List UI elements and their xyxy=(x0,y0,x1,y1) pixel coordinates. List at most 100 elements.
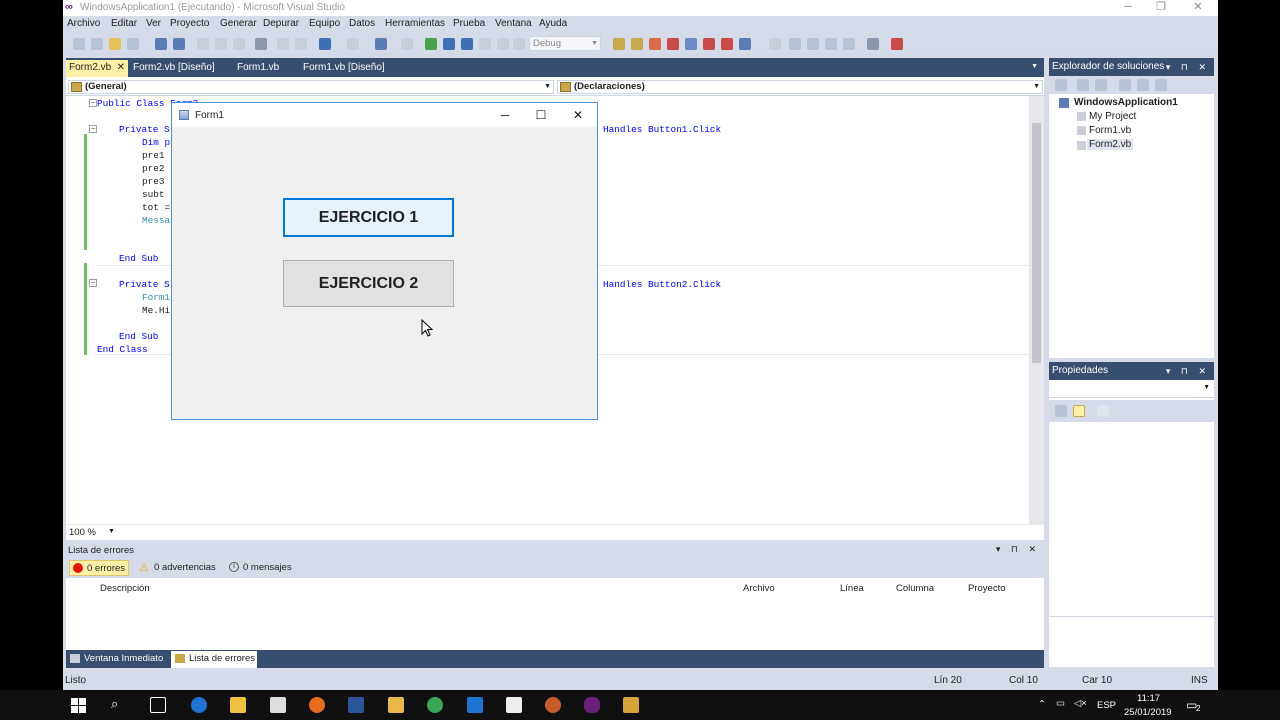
tools-icon[interactable] xyxy=(867,38,879,50)
volume-icon[interactable]: ◁× xyxy=(1074,698,1087,709)
properties-icon[interactable] xyxy=(1055,79,1067,91)
menu-equipo[interactable]: Equipo xyxy=(309,18,340,29)
spacing-icon[interactable] xyxy=(807,38,819,50)
size-icon[interactable] xyxy=(789,38,801,50)
order-icon[interactable] xyxy=(843,38,855,50)
column-header-column[interactable]: Columna xyxy=(896,583,934,594)
tree-item-my-project[interactable]: My Project xyxy=(1089,111,1136,122)
property-pages-icon[interactable] xyxy=(1097,405,1109,417)
redo-icon[interactable] xyxy=(347,38,359,50)
menu-generar[interactable]: Generar xyxy=(220,18,257,29)
close-button[interactable]: ✕ xyxy=(563,106,593,124)
extension-icon[interactable] xyxy=(721,38,733,50)
menu-depurar[interactable]: Depurar xyxy=(263,18,299,29)
windows-start-icon[interactable] xyxy=(71,698,86,713)
collapse-icon[interactable]: − xyxy=(89,99,97,107)
options-icon[interactable] xyxy=(891,38,903,50)
network-icon[interactable]: ▭ xyxy=(1056,698,1065,709)
step-into-icon[interactable] xyxy=(479,38,491,50)
tab-immediate-window[interactable]: Ventana Inmediato xyxy=(70,652,163,668)
app-icon[interactable] xyxy=(545,697,561,713)
tab-form2-vb[interactable]: Form2.vb ✕ xyxy=(66,60,128,77)
menu-datos[interactable]: Datos xyxy=(349,18,375,29)
code-line[interactable]: subt xyxy=(142,189,170,200)
menu-prueba[interactable]: Prueba xyxy=(453,18,485,29)
paste-icon[interactable] xyxy=(233,38,245,50)
find-icon[interactable] xyxy=(255,38,267,50)
menu-ventana[interactable]: Ventana xyxy=(495,18,532,29)
solution-configuration-select[interactable]: Debug ▼ xyxy=(529,36,601,51)
undo-icon[interactable] xyxy=(319,38,331,50)
save-all-icon[interactable] xyxy=(173,38,185,50)
code-line[interactable]: tot = xyxy=(142,202,170,213)
view-designer-icon[interactable] xyxy=(1137,79,1149,91)
media-player-icon[interactable] xyxy=(388,697,404,713)
new-project-icon[interactable] xyxy=(73,38,85,50)
solution-explorer-icon[interactable] xyxy=(631,38,643,50)
add-item-icon[interactable] xyxy=(91,38,103,50)
format-icon[interactable] xyxy=(825,38,837,50)
code-line[interactable]: Dim p xyxy=(142,137,170,148)
close-window-button[interactable]: ✕ xyxy=(1183,0,1213,16)
member-selector[interactable]: (Declaraciones) ▼ xyxy=(557,80,1043,94)
clock-time[interactable]: 11:17 xyxy=(1137,693,1160,704)
chevron-down-icon[interactable]: ▼ xyxy=(1031,63,1038,70)
refresh-icon[interactable] xyxy=(1095,79,1107,91)
uncomment-icon[interactable] xyxy=(295,38,307,50)
code-line[interactable]: End Sub xyxy=(119,331,158,342)
tree-item-form2[interactable]: Form2.vb xyxy=(1087,139,1134,150)
navigate-forward-icon[interactable] xyxy=(401,38,413,50)
align-icon[interactable] xyxy=(769,38,781,50)
class-selector[interactable]: (General) ▼ xyxy=(68,80,554,94)
code-line[interactable]: Form1 xyxy=(142,292,170,303)
tab-form1-vb[interactable]: Form1.vb xyxy=(234,60,294,77)
menu-editar[interactable]: Editar xyxy=(111,18,137,29)
restore-window-button[interactable]: ❐ xyxy=(1146,0,1176,16)
mail-icon[interactable] xyxy=(506,697,522,713)
collapse-icon[interactable]: − xyxy=(89,279,97,287)
save-icon[interactable] xyxy=(155,38,167,50)
open-file-icon[interactable] xyxy=(109,38,121,50)
tree-item-form1[interactable]: Form1.vb xyxy=(1089,125,1131,136)
panel-controls-icon[interactable]: ▾ ⊓ ✕ xyxy=(996,544,1040,555)
code-line[interactable]: pre1 xyxy=(142,150,170,161)
column-header-project[interactable]: Proyecto xyxy=(968,583,1006,594)
code-line[interactable]: End Sub xyxy=(119,253,158,264)
code-line[interactable]: End Class xyxy=(97,344,148,355)
stop-icon[interactable] xyxy=(461,38,473,50)
menu-proyecto[interactable]: Proyecto xyxy=(170,18,209,29)
panel-controls-icon[interactable]: ▾ ⊓ ✕ xyxy=(1166,362,1210,380)
maximize-button[interactable]: ☐ xyxy=(526,106,556,124)
layout-icon[interactable] xyxy=(739,38,751,50)
pause-icon[interactable] xyxy=(443,38,455,50)
grid-icon[interactable] xyxy=(127,38,139,50)
properties-icon[interactable] xyxy=(649,38,661,50)
tab-form1-design[interactable]: Form1.vb [Diseño] xyxy=(300,60,400,77)
column-header-file[interactable]: Archivo xyxy=(743,583,775,594)
chrome-icon[interactable] xyxy=(427,697,443,713)
column-header-description[interactable]: Descripción xyxy=(100,583,150,594)
minimize-button[interactable]: ─ xyxy=(490,106,520,124)
search-icon[interactable]: ⌕ xyxy=(111,696,118,712)
close-icon[interactable]: ✕ xyxy=(117,60,125,75)
panel-controls-icon[interactable]: ▾ ⊓ ✕ xyxy=(1166,58,1210,76)
messages-filter-button[interactable]: i 0 mensajes xyxy=(226,560,296,576)
editor-vertical-scrollbar[interactable] xyxy=(1029,96,1044,526)
start-icon[interactable] xyxy=(425,38,437,50)
categorized-icon[interactable] xyxy=(1055,405,1067,417)
task-view-icon[interactable] xyxy=(150,697,166,713)
alphabetical-icon[interactable] xyxy=(1073,405,1085,417)
chevron-up-icon[interactable]: ⌃ xyxy=(1038,699,1046,710)
menu-ayuda[interactable]: Ayuda xyxy=(539,18,567,29)
code-line[interactable]: Handles Button2.Click xyxy=(603,279,721,290)
scrollbar-thumb[interactable] xyxy=(1032,123,1041,363)
step-out-icon[interactable] xyxy=(513,38,525,50)
menu-archivo[interactable]: Archivo xyxy=(67,18,100,29)
zoom-level[interactable]: 100 % xyxy=(69,527,96,538)
start-page-icon[interactable] xyxy=(703,38,715,50)
comment-icon[interactable] xyxy=(277,38,289,50)
view-class-diagram-icon[interactable] xyxy=(1155,79,1167,91)
form1-title-bar[interactable]: Form1 ─ ☐ ✕ xyxy=(172,103,597,127)
minimize-window-button[interactable]: ─ xyxy=(1113,0,1143,16)
step-over-icon[interactable] xyxy=(497,38,509,50)
